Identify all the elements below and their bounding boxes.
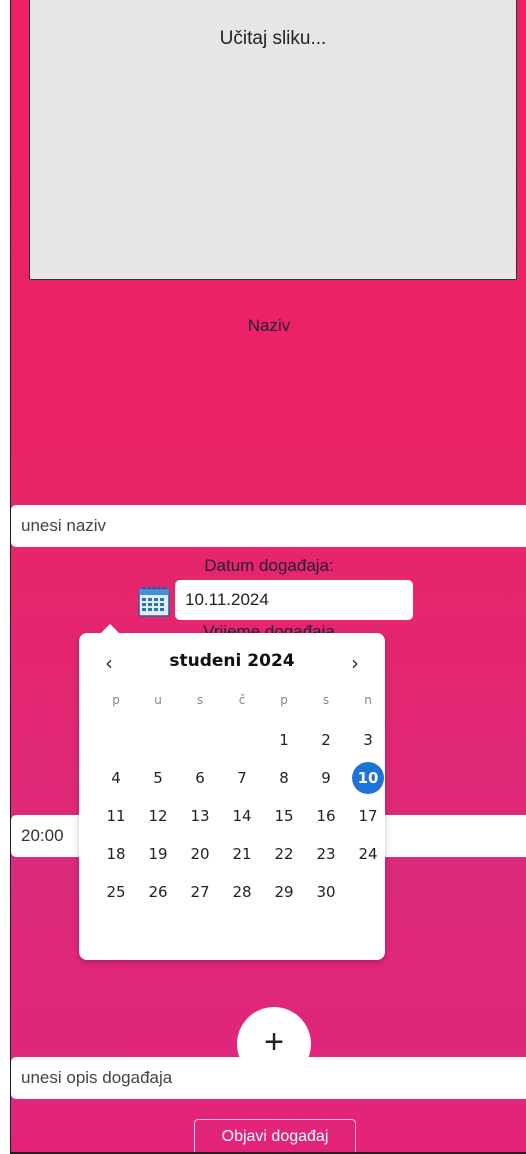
weekday-label: p [112,693,120,707]
day-cell[interactable]: 3 [352,724,384,756]
day-cell[interactable]: 17 [352,800,384,832]
next-month-button[interactable]: › [341,649,369,677]
month-title: studeni 2024 [169,651,295,671]
event-form: Učitaj sliku... Naziv Datum događaja: Vr… [10,0,526,1154]
weekday-label: n [364,693,372,707]
weekday-label: č [238,693,246,707]
day-cell[interactable]: 22 [268,838,300,870]
day-blank [179,724,211,756]
image-upload-area[interactable]: Učitaj sliku... [29,0,517,280]
day-blank [95,724,127,756]
day-cell[interactable]: 4 [100,762,132,794]
day-cell[interactable]: 25 [100,876,132,908]
weekday-label: s [196,693,204,707]
date-input[interactable]: 10.11.2024 [175,580,413,620]
day-cell[interactable]: 21 [226,838,258,870]
day-cell[interactable]: 6 [184,762,216,794]
image-upload-label: Učitaj sliku... [219,28,327,49]
day-cell[interactable]: 2 [310,724,342,756]
name-label: Naziv [247,316,291,335]
day-cell[interactable]: 15 [268,800,300,832]
day-blank [221,724,253,756]
calendar-icon[interactable] [137,584,171,618]
day-cell[interactable]: 18 [100,838,132,870]
day-cell[interactable]: 12 [142,800,174,832]
day-cell[interactable]: 19 [142,838,174,870]
day-grid: 1 2 3 4 5 6 7 8 9 10 11 12 13 14 15 16 17 18 19 20 21 22 23 24 2… [95,724,384,914]
weekday-label: u [154,693,162,707]
day-cell[interactable]: 13 [184,800,216,832]
day-cell[interactable]: 11 [100,800,132,832]
weekday-row: pusčpsn [95,693,379,707]
day-blank [137,724,169,756]
day-cell[interactable]: 8 [268,762,300,794]
day-cell[interactable]: 30 [310,876,342,908]
datepicker-arrow [101,624,119,633]
day-cell[interactable]: 16 [310,800,342,832]
day-cell[interactable]: 29 [268,876,300,908]
name-input[interactable] [11,505,526,547]
day-cell[interactable]: 28 [226,876,258,908]
day-cell[interactable]: 9 [310,762,342,794]
day-cell[interactable]: 20 [184,838,216,870]
day-cell[interactable]: 23 [310,838,342,870]
weekday-label: s [322,693,330,707]
day-selected[interactable]: 10 [352,762,384,794]
publish-button[interactable]: Objavi događaj [194,1119,356,1154]
day-cell[interactable]: 24 [352,838,384,870]
datepicker-header: ‹ studeni 2024 › [79,649,385,677]
date-label: Datum događaja: [204,556,334,575]
description-input[interactable] [11,1057,526,1099]
day-cell[interactable]: 7 [226,762,258,794]
day-cell[interactable]: 26 [142,876,174,908]
datepicker-popup: ‹ studeni 2024 › pusčpsn 1 2 3 4 5 6 7 8 9 10 11 12… [79,624,385,960]
day-cell[interactable]: 14 [226,800,258,832]
weekday-label: p [280,693,288,707]
day-cell[interactable]: 1 [268,724,300,756]
day-cell[interactable]: 27 [184,876,216,908]
day-cell[interactable]: 5 [142,762,174,794]
